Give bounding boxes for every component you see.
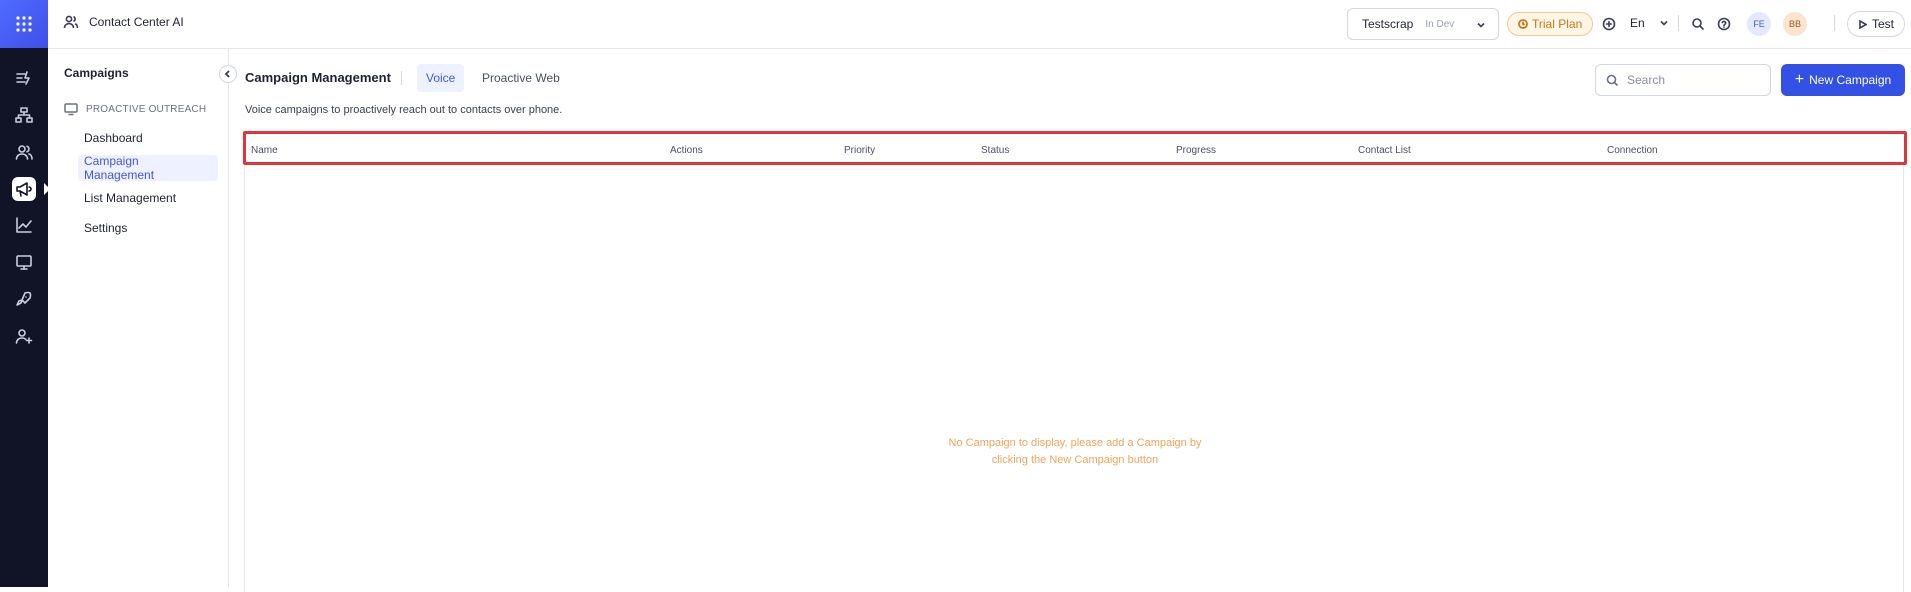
avatar[interactable]: BB [1783, 12, 1807, 36]
page-title: Campaign Management [245, 70, 391, 85]
test-label: Test [1871, 17, 1894, 31]
empty-state-line: clicking the New Campaign button [991, 454, 1159, 466]
sidebar-item-campaign-management[interactable]: Campaign Management [78, 154, 218, 182]
monitor-icon[interactable] [12, 250, 36, 274]
avatar[interactable]: FE [1747, 12, 1771, 36]
search-icon[interactable] [1690, 16, 1706, 32]
top-bar: Contact Center AI Testscrap In Dev Trial… [48, 0, 1911, 49]
trial-plan-badge[interactable]: Trial Plan [1507, 12, 1594, 36]
sidebar-title: Campaigns [64, 66, 129, 80]
app-title-text: Contact Center AI [89, 15, 184, 29]
tab-label: Proactive Web [482, 71, 560, 85]
megaphone-icon[interactable] [12, 177, 36, 201]
app-rail [0, 0, 50, 587]
test-button[interactable]: Test [1847, 11, 1905, 37]
new-campaign-label: New Campaign [1809, 73, 1892, 87]
play-icon [1859, 19, 1867, 29]
sidebar-item-label: List Management [84, 191, 177, 205]
tab-proactive-web[interactable]: Proactive Web [473, 64, 569, 92]
add-user-icon[interactable] [12, 324, 36, 348]
search-icon [1606, 74, 1619, 86]
empty-state-line: No Campaign to display, please add a Cam… [948, 437, 1202, 449]
sidebar-item-label: Dashboard [84, 131, 143, 145]
workspace-name: Testscrap [1362, 17, 1414, 31]
campaigns-sidebar: Campaigns PROACTIVE OUTREACH Dashboard C… [48, 49, 237, 587]
divider [401, 71, 402, 85]
table-header: Name Actions Priority Status Progress Co… [243, 131, 1907, 165]
plus-icon: + [1794, 71, 1805, 88]
sidebar-item-settings[interactable]: Settings [78, 215, 218, 241]
campaign-table: Name Actions Priority Status Progress Co… [243, 131, 1907, 592]
language-label: En [1630, 16, 1645, 30]
avatar-initials: FE [1753, 19, 1765, 29]
avatar-initials: BB [1788, 19, 1801, 29]
language-select[interactable]: En [1630, 16, 1669, 30]
sidebar-item-dashboard[interactable]: Dashboard [78, 125, 218, 151]
page-subtitle: Voice campaigns to proactively reach out… [245, 104, 563, 116]
column-header-contact-list[interactable]: Contact List [1358, 145, 1411, 156]
search-box[interactable] [1595, 64, 1771, 96]
main-content: Campaign Management Voice Proactive Web … [229, 49, 1911, 592]
column-header-progress[interactable]: Progress [1176, 145, 1216, 156]
workspace-select[interactable]: Testscrap In Dev [1347, 8, 1499, 40]
apps-grid-icon [16, 16, 32, 32]
divider [1834, 15, 1835, 31]
sidebar-item-label: Settings [84, 221, 128, 235]
add-circle-icon[interactable] [1601, 16, 1617, 32]
new-campaign-button[interactable]: + New Campaign [1781, 64, 1905, 96]
tab-voice[interactable]: Voice [417, 64, 465, 92]
tab-label: Voice [426, 71, 456, 85]
rocket-icon[interactable] [12, 287, 36, 311]
monitor-icon [64, 103, 78, 116]
users-icon[interactable] [12, 140, 36, 164]
apps-grid-button[interactable] [0, 0, 48, 48]
search-input[interactable] [1627, 73, 1757, 87]
app-title: Contact Center AI [63, 14, 184, 30]
sidebar-item-list-management[interactable]: List Management [78, 185, 218, 211]
divider [1678, 15, 1679, 31]
empty-state-message: No Campaign to display, please add a Cam… [245, 435, 1905, 469]
clock-icon [1518, 19, 1528, 29]
column-header-priority[interactable]: Priority [844, 145, 875, 156]
column-header-connection[interactable]: Connection [1607, 145, 1658, 156]
column-header-name[interactable]: Name [251, 145, 278, 156]
flows-icon[interactable] [12, 66, 36, 90]
sidebar-item-label: Campaign Management [84, 154, 155, 182]
chevron-down-icon [1477, 22, 1485, 28]
column-header-actions[interactable]: Actions [670, 145, 703, 156]
column-header-status[interactable]: Status [981, 145, 1009, 156]
sidebar-section-label: PROACTIVE OUTREACH [86, 103, 207, 115]
workspace-env: In Dev [1425, 18, 1455, 30]
hierarchy-icon[interactable] [12, 103, 36, 127]
chevron-down-icon [1660, 20, 1668, 26]
analytics-icon[interactable] [12, 213, 36, 237]
trial-plan-label: Trial Plan [1532, 17, 1583, 31]
sidebar-section: PROACTIVE OUTREACH [64, 102, 206, 116]
users-icon [63, 15, 79, 29]
help-icon[interactable] [1716, 16, 1732, 32]
